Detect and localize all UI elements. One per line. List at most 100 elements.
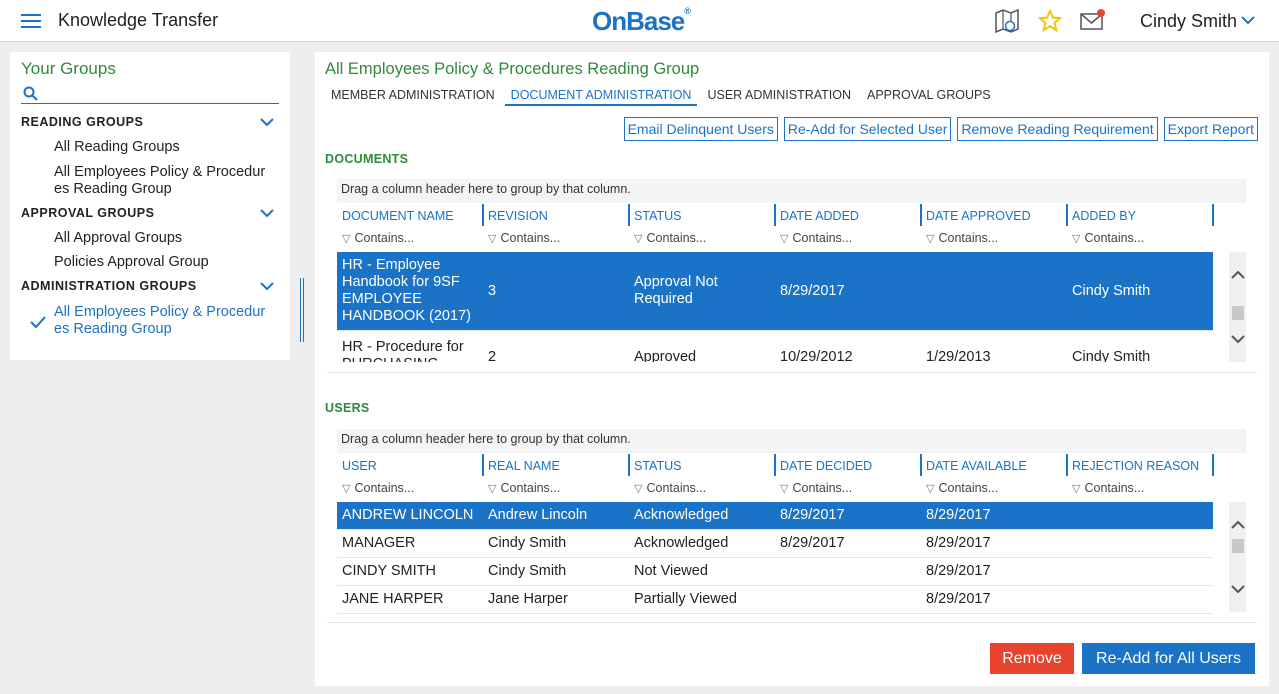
reading-groups-header: READING GROUPS [21, 115, 144, 129]
chevron-up-icon[interactable] [1231, 520, 1245, 530]
user-menu[interactable]: Cindy Smith [1140, 11, 1237, 32]
table-cell: 1/29/2013 [926, 349, 991, 362]
filter-input[interactable]: ▽ Contains... [630, 478, 776, 500]
documents-header-row: DOCUMENT NAME REVISION STATUS DATE ADDED… [337, 203, 1246, 228]
menu-icon[interactable] [21, 14, 41, 29]
sidebar-item-all-employees-reading-group[interactable]: All Employees Policy & Procedur es Readi… [54, 164, 276, 198]
map-icon[interactable] [994, 8, 1020, 34]
sidebar-title: Your Groups [21, 59, 116, 78]
filter-input[interactable]: ▽ Contains... [630, 228, 776, 250]
sidebar-item-all-reading-groups[interactable]: All Reading Groups [54, 139, 276, 156]
table-cell: 8/29/2017 [780, 282, 845, 299]
table-cell: Andrew Lincoln [488, 507, 588, 523]
export-report-button[interactable]: Export Report [1163, 117, 1258, 141]
scroll-thumb[interactable] [1232, 306, 1244, 320]
remove-button[interactable]: Remove [990, 643, 1074, 674]
mail-icon[interactable] [1079, 8, 1105, 34]
table-cell: Acknowledged [634, 507, 729, 523]
filter-input[interactable]: ▽ Contains... [776, 478, 922, 500]
scroll-thumb[interactable] [1232, 539, 1244, 553]
filter-input[interactable]: ▽ Contains... [338, 228, 484, 250]
users-scrollbar[interactable] [1229, 502, 1246, 612]
column-header[interactable]: STATUS [630, 204, 776, 226]
table-cell: Cindy Smith [1072, 282, 1151, 299]
tab-user-administration[interactable]: USER ADMINISTRATION [701, 88, 857, 106]
table-cell [1067, 530, 1213, 557]
group-search-input[interactable] [21, 84, 279, 104]
table-row[interactable]: ANDREW LINCOLN Andrew Lincoln Acknowledg… [337, 502, 1213, 530]
column-header[interactable]: REAL NAME [484, 454, 630, 476]
group-by-bar[interactable]: Drag a column header here to group by th… [337, 429, 1246, 453]
filter-icon: ▽ [634, 483, 643, 495]
filter-input[interactable]: ▽ Contains... [922, 478, 1068, 500]
filter-icon: ▽ [926, 233, 935, 245]
filter-input[interactable]: ▽ Contains... [484, 228, 630, 250]
tab-document-administration[interactable]: DOCUMENT ADMINISTRATION [504, 88, 698, 106]
column-header[interactable]: DOCUMENT NAME [338, 204, 484, 226]
page-title: All Employees Policy & Procedures Readin… [325, 60, 700, 78]
filter-input[interactable]: ▽ Contains... [1068, 478, 1214, 500]
table-row[interactable]: HR - Procedure for PURCHASING 2 Approved… [337, 331, 1213, 362]
chevron-down-icon[interactable] [1231, 584, 1245, 594]
admin-tabs: MEMBER ADMINISTRATION DOCUMENT ADMINISTR… [325, 88, 1001, 110]
remove-reading-requirement-button[interactable]: Remove Reading Requirement [957, 117, 1158, 141]
column-header[interactable]: DATE DECIDED [776, 454, 922, 476]
column-header[interactable]: USER [338, 454, 484, 476]
sidebar-item-policies-approval-group[interactable]: Policies Approval Group [54, 254, 276, 271]
column-header[interactable]: DATE ADDED [776, 204, 922, 226]
table-cell: 2 [488, 349, 497, 362]
panel-splitter[interactable] [300, 278, 304, 342]
table-cell: Partially Viewed [634, 591, 737, 607]
column-header[interactable]: STATUS [630, 454, 776, 476]
chevron-up-icon[interactable] [1231, 270, 1245, 280]
table-cell: Cindy Smith [488, 535, 567, 551]
divider [327, 622, 1257, 623]
table-cell: Approved [634, 349, 697, 362]
administration-groups-header: ADMINISTRATION GROUPS [21, 279, 197, 293]
table-row[interactable]: HR - Employee Handbook for 9SF EMPLOYEE … [337, 252, 1213, 331]
column-header[interactable]: DATE APPROVED [922, 204, 1068, 226]
email-delinquent-users-button[interactable]: Email Delinquent Users [623, 117, 778, 141]
filter-icon: ▽ [634, 233, 643, 245]
star-icon[interactable] [1037, 8, 1063, 34]
chevron-down-icon[interactable] [1231, 334, 1245, 344]
table-cell [775, 558, 921, 585]
sidebar-item-all-approval-groups[interactable]: All Approval Groups [54, 230, 276, 247]
users-rows: ANDREW LINCOLN Andrew Lincoln Acknowledg… [337, 502, 1213, 614]
group-by-bar[interactable]: Drag a column header here to group by th… [337, 179, 1246, 203]
table-cell: ANDREW LINCOLN [342, 507, 474, 523]
chevron-down-icon[interactable] [260, 208, 274, 218]
action-toolbar: Email Delinquent Users Re-Add for Select… [623, 117, 1258, 141]
column-header[interactable]: REJECTION REASON [1068, 454, 1214, 476]
chevron-down-icon[interactable] [260, 281, 274, 291]
tab-member-administration[interactable]: MEMBER ADMINISTRATION [325, 88, 501, 106]
readd-selected-user-button[interactable]: Re-Add for Selected User [783, 117, 952, 141]
table-cell: HR - Procedure for PURCHASING [342, 339, 464, 362]
readd-all-users-button[interactable]: Re-Add for All Users [1082, 643, 1255, 674]
filter-input[interactable]: ▽ Contains... [1068, 228, 1214, 250]
table-row[interactable]: CINDY SMITH Cindy Smith Not Viewed 8/29/… [337, 558, 1213, 586]
filter-input[interactable]: ▽ Contains... [484, 478, 630, 500]
filter-input[interactable]: ▽ Contains... [776, 228, 922, 250]
column-header[interactable]: ADDED BY [1068, 204, 1214, 226]
column-header[interactable]: REVISION [484, 204, 630, 226]
tab-approval-groups[interactable]: APPROVAL GROUPS [861, 88, 997, 106]
table-row[interactable]: JANE HARPER Jane Harper Partially Viewed… [337, 586, 1213, 614]
users-label: USERS [325, 401, 370, 415]
chevron-down-icon[interactable] [1241, 13, 1255, 28]
users-header-row: USER REAL NAME STATUS DATE DECIDED DATE … [337, 453, 1246, 478]
chevron-down-icon[interactable] [260, 117, 274, 127]
table-cell: 8/29/2017 [926, 563, 991, 579]
column-header[interactable]: DATE AVAILABLE [922, 454, 1068, 476]
filter-icon: ▽ [488, 233, 497, 245]
table-row[interactable]: MANAGER Cindy Smith Acknowledged 8/29/20… [337, 530, 1213, 558]
filter-icon: ▽ [342, 483, 351, 495]
filter-input[interactable]: ▽ Contains... [922, 228, 1068, 250]
sidebar-item-admin-reading-group[interactable]: All Employees Policy & Procedur es Readi… [54, 304, 276, 338]
filter-icon: ▽ [780, 233, 789, 245]
documents-scrollbar[interactable] [1229, 252, 1246, 362]
filter-icon: ▽ [488, 483, 497, 495]
table-cell: Acknowledged [634, 535, 729, 551]
filter-input[interactable]: ▽ Contains... [338, 478, 484, 500]
table-cell: Cindy Smith [488, 563, 567, 579]
